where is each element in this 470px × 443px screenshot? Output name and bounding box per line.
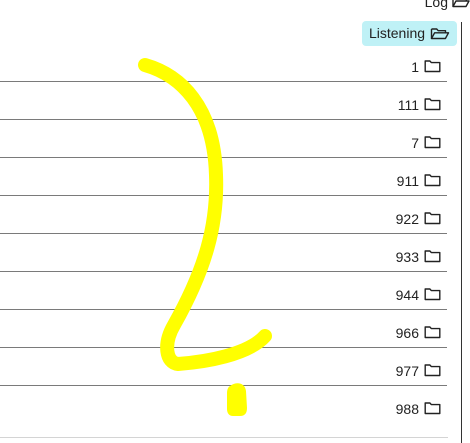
yellow-marker-annotation (138, 58, 272, 416)
window: Log Listening 1 111 7 911 922 933 944 96… (0, 0, 470, 443)
yellow-marker-stroke (138, 58, 272, 371)
yellow-marker-dot (227, 383, 247, 416)
